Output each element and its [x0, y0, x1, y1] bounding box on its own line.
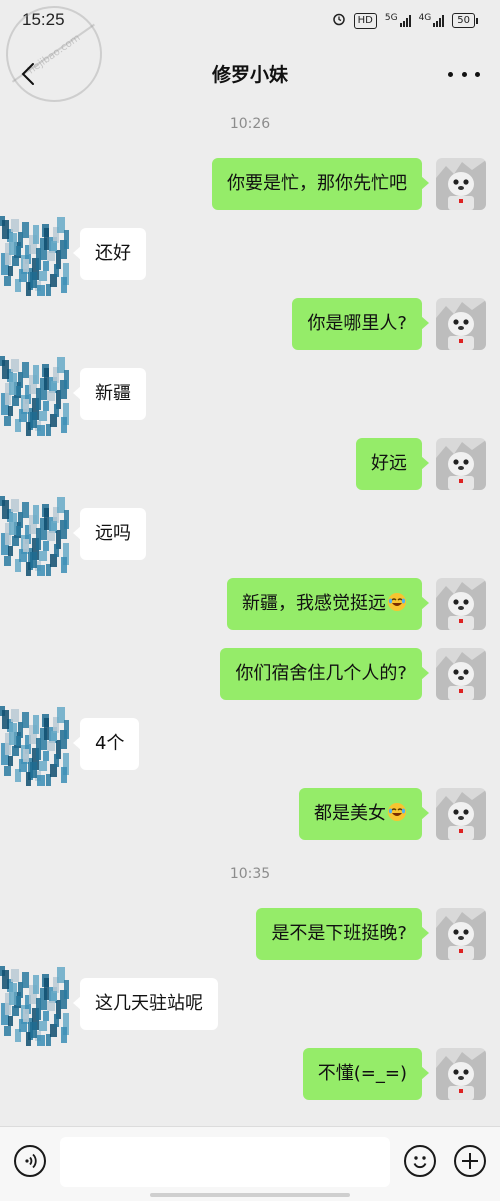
smiley-icon [413, 1156, 427, 1169]
message-text: 新疆，我感觉挺远 [242, 593, 386, 614]
sent-message-bubble[interactable]: 不懂(=_=) [302, 1048, 430, 1100]
message-text: 你们宿舍住几个人的? [235, 663, 407, 684]
status-icons: HD 5G 4G 50 [332, 12, 478, 29]
chat-title: 修罗小妹 [211, 64, 288, 86]
battery-level: 50 [452, 13, 475, 28]
laughing-emoji-icon [388, 803, 406, 821]
avatar[interactable] [436, 298, 486, 350]
received-message-bubble[interactable]: 新疆 [73, 368, 146, 420]
received-message-bubble[interactable]: 还好 [73, 228, 146, 280]
4g-signal-icon: 4G [418, 12, 445, 27]
avatar[interactable] [0, 702, 74, 786]
message-text: 还好 [95, 243, 131, 264]
sent-message-bubble[interactable]: 你们宿舍住几个人的? [220, 648, 429, 700]
avatar[interactable] [436, 648, 486, 700]
hd-icon: HD [353, 12, 377, 29]
avatar[interactable] [436, 158, 486, 210]
message-list[interactable]: 10:26 10:35 你要是忙，那你先忙吧还好你是哪里人? 新疆好远远吗新疆，我… [0, 108, 500, 1126]
status-bar: 15:25 HD 5G 4G 50 [0, 0, 500, 42]
message-input[interactable] [60, 1137, 390, 1187]
home-indicator [150, 1193, 350, 1197]
sent-message-bubble[interactable]: 是不是下班挺晚? [256, 908, 429, 960]
emoji-button[interactable] [404, 1145, 436, 1177]
message-text: 远吗 [95, 523, 131, 544]
alarm-icon [332, 12, 346, 29]
avatar[interactable] [0, 962, 74, 1046]
message-text: 不懂(=_=) [317, 1063, 407, 1084]
avatar[interactable] [0, 352, 74, 436]
battery-icon: 50 [452, 13, 478, 28]
avatar[interactable] [436, 438, 486, 490]
5g-signal-icon: 5G [384, 12, 411, 27]
avatar[interactable] [0, 492, 74, 576]
avatar[interactable] [436, 578, 486, 630]
voice-input-button[interactable] [14, 1145, 46, 1177]
sent-message-bubble[interactable]: 你是哪里人? [292, 298, 429, 350]
status-time: 15:25 [22, 10, 65, 29]
voice-icon [25, 1153, 37, 1169]
laughing-emoji-icon [388, 593, 406, 611]
message-text: 是不是下班挺晚? [271, 923, 407, 944]
more-actions-button[interactable] [454, 1145, 486, 1177]
sent-message-bubble[interactable]: 好远 [356, 438, 429, 490]
more-dot [461, 71, 467, 77]
avatar[interactable] [436, 908, 486, 960]
message-text: 都是美女 [314, 803, 386, 824]
sent-message-bubble[interactable]: 你要是忙，那你先忙吧 [212, 158, 429, 210]
avatar[interactable] [436, 1048, 486, 1100]
message-text: 这几天驻站呢 [95, 993, 203, 1014]
message-text: 4个 [95, 733, 125, 754]
message-text: 好远 [371, 453, 407, 474]
received-message-bubble[interactable]: 这几天驻站呢 [73, 978, 218, 1030]
plus-icon [462, 1153, 478, 1169]
network-4g-label: 4G [418, 12, 432, 23]
timestamp: 10:35 [229, 866, 271, 882]
input-bar [0, 1126, 500, 1201]
message-text: 你要是忙，那你先忙吧 [227, 173, 407, 194]
message-text: 你是哪里人? [307, 313, 407, 334]
chat-header: 修罗小妹 [0, 42, 500, 108]
more-dot [475, 71, 480, 77]
more-dots-icon [448, 71, 453, 77]
timestamp: 10:26 [229, 116, 271, 132]
message-text: 新疆 [95, 383, 131, 404]
sent-message-bubble[interactable]: 都是美女 [299, 788, 429, 840]
received-message-bubble[interactable]: 4个 [72, 718, 140, 770]
network-5g-label: 5G [384, 12, 398, 23]
sent-message-bubble[interactable]: 新疆，我感觉挺远 [227, 578, 429, 630]
received-message-bubble[interactable]: 远吗 [73, 508, 146, 560]
more-options-button[interactable] [448, 64, 480, 84]
avatar[interactable] [0, 212, 74, 296]
avatar[interactable] [436, 788, 486, 840]
